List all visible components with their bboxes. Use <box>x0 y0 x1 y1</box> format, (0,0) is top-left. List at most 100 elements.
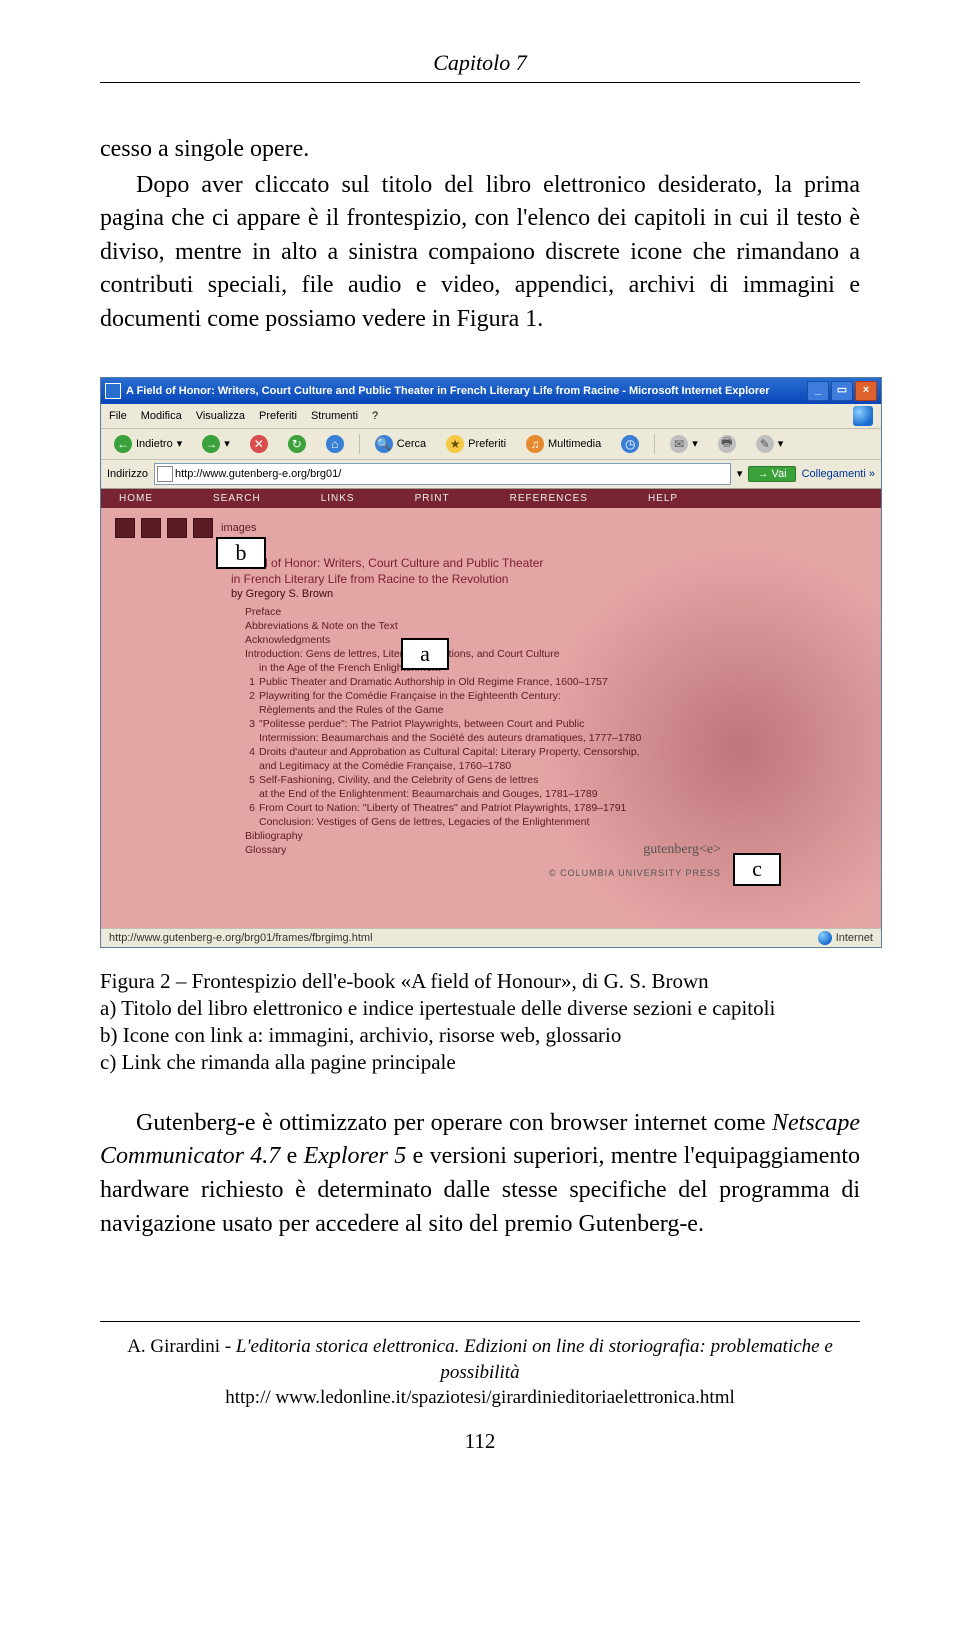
body-text: cesso a singole opere. Dopo aver cliccat… <box>100 133 860 337</box>
ie-app-icon <box>105 383 121 399</box>
home-button[interactable]: ⌂ <box>319 432 351 456</box>
status-url: http://www.gutenberg-e.org/brg01/frames/… <box>109 932 373 944</box>
favorites-button[interactable]: ★ Preferiti <box>439 432 513 456</box>
footer-author: A. Girardini - <box>127 1336 236 1357</box>
stop-icon: ✕ <box>250 435 268 453</box>
back-button[interactable]: ← Indietro ▾ <box>107 432 189 456</box>
book-toc: A Field of Honor: Writers, Court Culture… <box>101 548 751 878</box>
url-input[interactable] <box>154 463 731 485</box>
gutenberg-e-logo[interactable]: gutenberg<e> <box>643 842 721 858</box>
security-zone: Internet <box>818 931 873 945</box>
toc-biblio[interactable]: Bibliography <box>245 830 751 842</box>
nav-search[interactable]: SEARCH <box>213 493 261 504</box>
toc-preface[interactable]: Preface <box>245 606 751 618</box>
refresh-button[interactable]: ↻ <box>281 432 313 456</box>
site-nav: HOME SEARCH LINKS PRINT REFERENCES HELP <box>101 489 881 508</box>
toolbar: ← Indietro ▾ → ▾ ✕ ↻ ⌂ 🔍 Cerca ★ Preferi… <box>101 429 881 460</box>
menu-preferiti[interactable]: Preferiti <box>259 410 297 422</box>
multimedia-button[interactable]: ♫ Multimedia <box>519 432 608 456</box>
toc-chapter[interactable]: 6From Court to Nation: "Liberty of Theat… <box>245 802 751 814</box>
toc-abbrev[interactable]: Abbreviations & Note on the Text <box>245 620 751 632</box>
search-button[interactable]: 🔍 Cerca <box>368 432 433 456</box>
nav-help[interactable]: HELP <box>648 493 678 504</box>
toc-intro[interactable]: Introduction: Gens de lettres, Literary … <box>245 648 751 660</box>
tool-icon-3[interactable] <box>167 518 187 538</box>
menu-modifica[interactable]: Modifica <box>141 410 182 422</box>
tool-icon-1[interactable] <box>115 518 135 538</box>
go-button[interactable]: → Vai <box>748 466 795 482</box>
print-button[interactable]: 🖶 <box>711 432 743 456</box>
ie-window: A Field of Honor: Writers, Court Culture… <box>100 377 882 948</box>
footer-title: L'editoria storica elettronica. Edizioni… <box>236 1336 833 1383</box>
footer-url: http:// www.ledonline.it/spaziotesi/gira… <box>100 1385 860 1411</box>
toc-chapter[interactable]: 1Public Theater and Dramatic Authorship … <box>245 676 751 688</box>
toc-acknowledgments[interactable]: Acknowledgments <box>245 634 751 646</box>
menu-help[interactable]: ? <box>372 410 378 422</box>
separator <box>654 434 655 454</box>
chevron-down-icon: ▾ <box>692 437 698 450</box>
book-author: by Gregory S. Brown <box>231 588 751 600</box>
nav-print[interactable]: PRINT <box>415 493 450 504</box>
annotation-a: a <box>401 638 449 671</box>
forward-arrow-icon: → <box>202 435 220 453</box>
menu-visualizza[interactable]: Visualizza <box>196 410 245 422</box>
menu-strumenti[interactable]: Strumenti <box>311 410 358 422</box>
links-menu[interactable]: Collegamenti » <box>802 468 875 480</box>
toc-chapter-sub: Conclusion: Vestiges of Gens de lettres,… <box>259 816 751 828</box>
stop-button[interactable]: ✕ <box>243 432 275 456</box>
maximize-button[interactable]: ▭ <box>831 381 853 401</box>
book-subtitle: in French Literary Life from Racine to t… <box>231 572 751 586</box>
chevron-down-icon[interactable]: ▾ <box>737 467 743 480</box>
window-title: A Field of Honor: Writers, Court Culture… <box>126 385 807 397</box>
book-title: A Field of Honor: Writers, Court Culture… <box>231 556 751 570</box>
chapter-header: Capitolo 7 <box>100 50 860 76</box>
nav-home[interactable]: HOME <box>119 493 153 504</box>
tool-icon-4[interactable] <box>193 518 213 538</box>
chevron-down-icon: ▾ <box>177 437 183 450</box>
address-bar: Indirizzo ▾ → Vai Collegamenti » <box>101 460 881 489</box>
annotation-c: c <box>733 853 781 886</box>
home-icon: ⌂ <box>326 435 344 453</box>
header-rule <box>100 82 860 83</box>
edit-icon: ✎ <box>756 435 774 453</box>
tool-icon-2[interactable] <box>141 518 161 538</box>
minimize-button[interactable]: _ <box>807 381 829 401</box>
caption-l3: b) Icone con link a: immagini, archivio,… <box>100 1022 860 1049</box>
figure-caption: Figura 2 – Frontespizio dell'e-book «A f… <box>100 968 860 1077</box>
back-label: Indietro <box>136 438 173 450</box>
content-area: images b a c A Field of Honor: Writers, … <box>101 508 881 928</box>
para-1: cesso a singole opere. <box>100 133 860 167</box>
address-label: Indirizzo <box>107 468 148 480</box>
chevron-down-icon: ▾ <box>224 437 230 450</box>
images-label[interactable]: images <box>221 522 256 534</box>
edit-button[interactable]: ✎▾ <box>749 432 791 456</box>
refresh-icon: ↻ <box>288 435 306 453</box>
print-icon: 🖶 <box>718 435 736 453</box>
favorites-label: Preferiti <box>468 438 506 450</box>
footer-rule <box>100 1321 860 1322</box>
toc-chapter[interactable]: 4Droits d'auteur and Approbation as Cult… <box>245 746 751 758</box>
mail-button[interactable]: ✉▾ <box>663 432 705 456</box>
toc-intro-sub: in the Age of the French Enlightenment <box>259 662 751 674</box>
multimedia-label: Multimedia <box>548 438 601 450</box>
star-icon: ★ <box>446 435 464 453</box>
footer: A. Girardini - L'editoria storica elettr… <box>100 1334 860 1411</box>
toc-chapter[interactable]: 3"Politesse perdue": The Patriot Playwri… <box>245 718 751 730</box>
para-2: Dopo aver cliccato sul titolo del libro … <box>100 169 860 337</box>
status-bar: http://www.gutenberg-e.org/brg01/frames/… <box>101 928 881 947</box>
menu-file[interactable]: File <box>109 410 127 422</box>
forward-button[interactable]: → ▾ <box>195 432 237 456</box>
globe-icon <box>818 931 832 945</box>
toc-chapter[interactable]: 2Playwriting for the Comédie Française i… <box>245 690 751 702</box>
mail-icon: ✉ <box>670 435 688 453</box>
toc-chapter[interactable]: 5Self-Fashioning, Civility, and the Cele… <box>245 774 751 786</box>
para-3: Gutenberg-e è ottimizzato per operare co… <box>100 1107 860 1241</box>
page-icon <box>157 466 173 482</box>
media-icon: ♫ <box>526 435 544 453</box>
close-button[interactable]: × <box>855 381 877 401</box>
body-text-2: Gutenberg-e è ottimizzato per operare co… <box>100 1107 860 1241</box>
history-button[interactable]: ◷ <box>614 432 646 456</box>
nav-references[interactable]: REFERENCES <box>510 493 588 504</box>
nav-links[interactable]: LINKS <box>321 493 355 504</box>
toc-chapter-sub: and Legitimacy at the Comédie Française,… <box>259 760 751 772</box>
